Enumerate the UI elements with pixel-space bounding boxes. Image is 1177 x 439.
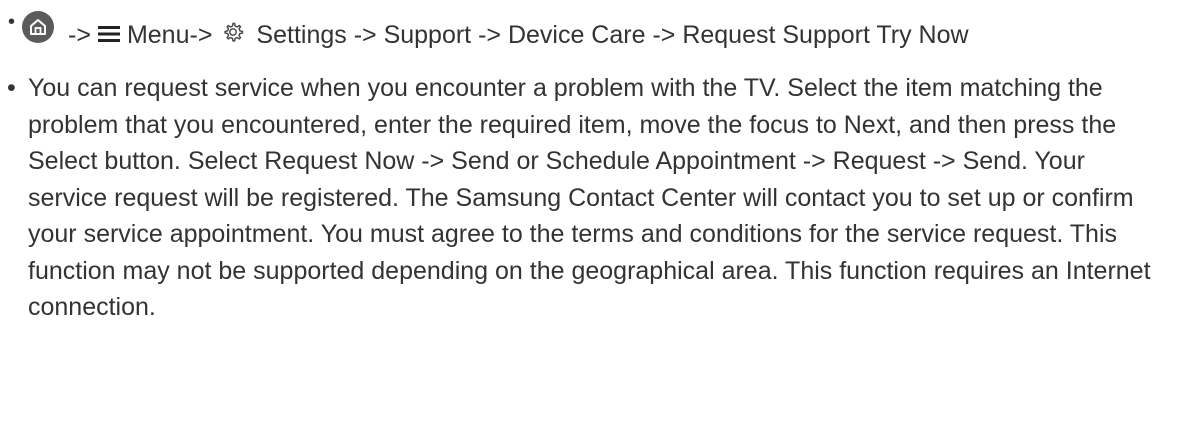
arrow-text: -> xyxy=(68,20,91,49)
bullet: • xyxy=(8,10,16,33)
list-item-navigation-path: • -> Menu-> Settings -> Support -> Devic… xyxy=(8,10,969,60)
home-icon xyxy=(22,11,55,43)
menu-label: Menu-> xyxy=(126,20,213,49)
bullet: • xyxy=(7,74,16,102)
gear-icon xyxy=(222,21,244,43)
menu-icon xyxy=(97,22,121,42)
settings-path-text: Settings -> Support -> Device Care -> Re… xyxy=(256,20,969,49)
list-item-service-request: • You can request service when you encou… xyxy=(7,70,1167,326)
service-request-description: You can request service when you encount… xyxy=(28,74,1151,321)
